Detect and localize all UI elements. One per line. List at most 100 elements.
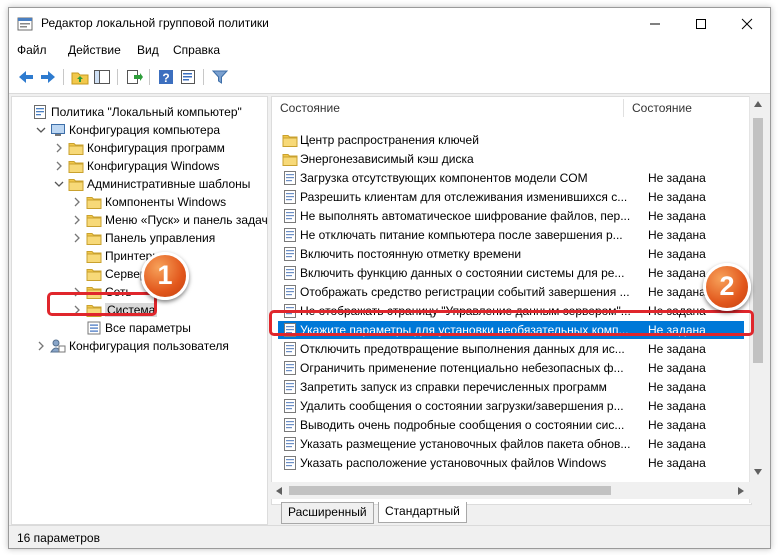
maximize-button[interactable] [678, 8, 724, 39]
chevron-right-icon[interactable] [70, 231, 84, 245]
tree-item[interactable]: Административные шаблоны [12, 175, 265, 193]
chevron-down-icon[interactable] [34, 123, 48, 137]
tree-item[interactable]: Конфигурация пользователя [12, 337, 265, 355]
settings-list-pane: Состояние Состояние Центр распространени… [271, 96, 752, 505]
properties-icon[interactable] [179, 68, 197, 86]
column-divider[interactable] [623, 99, 624, 117]
list-item[interactable]: Указать расположение установочных файлов… [278, 454, 744, 472]
tree-item[interactable]: Меню «Пуск» и панель задач [12, 211, 267, 229]
list-item[interactable]: Загрузка отсутствующих компонентов модел… [278, 169, 744, 187]
forward-arrow-icon[interactable] [39, 68, 57, 86]
list-item[interactable]: Центр распространения ключей [278, 131, 744, 149]
list-item[interactable]: Выводить очень подробные сообщения о сос… [278, 416, 744, 434]
minimize-button[interactable] [632, 8, 678, 39]
setting-name: Не выполнять автоматическое шифрование ф… [300, 209, 630, 223]
gpedit-app-icon [17, 17, 33, 31]
chevron-right-icon[interactable] [70, 195, 84, 209]
back-arrow-icon[interactable] [17, 68, 35, 86]
filter-icon[interactable] [211, 68, 229, 86]
list-item[interactable]: Ограничить применение потенциально небез… [278, 359, 744, 377]
tree-item[interactable]: Конфигурация Windows [12, 157, 265, 175]
tree-item[interactable]: Конфигурация программ [12, 139, 265, 157]
horizontal-scrollbar[interactable] [271, 482, 750, 499]
toolbar: ? [9, 61, 770, 94]
tree-item[interactable]: Конфигурация компьютера [12, 121, 265, 139]
show-hide-tree-icon[interactable] [93, 68, 111, 86]
policy-setting-icon [284, 361, 296, 375]
scroll-up-icon[interactable] [753, 100, 763, 108]
list-item[interactable]: Отключить предотвращение выполнения данн… [278, 340, 744, 358]
list-item[interactable]: Разрешить клиентам для отслеживания изме… [278, 188, 744, 206]
list-item[interactable]: Запретить запуск из справки перечисленны… [278, 378, 744, 396]
tree-item-label: Политика "Локальный компьютер" [51, 105, 242, 119]
setting-state: Не задана [648, 247, 706, 261]
menu-action[interactable]: Действие [68, 43, 121, 57]
list-item[interactable]: Отображать средство регистрации событий … [278, 283, 744, 301]
tree-item[interactable]: Панель управления [12, 229, 265, 247]
status-text: 16 параметров [17, 531, 100, 545]
chevron-right-icon[interactable] [34, 339, 48, 353]
setting-name: Загрузка отсутствующих компонентов модел… [300, 171, 588, 185]
list-item[interactable]: Удалить сообщения о состоянии загрузки/з… [278, 397, 744, 415]
user-config-icon [50, 339, 66, 353]
export-list-icon[interactable] [125, 68, 143, 86]
title-bar: Редактор локальной групповой политики [9, 8, 770, 39]
scroll-left-icon[interactable] [275, 486, 283, 496]
policy-setting-icon [284, 456, 296, 470]
column-header-name[interactable]: Состояние [280, 101, 340, 123]
policy-setting-icon [284, 399, 296, 413]
settings-list-icon [87, 321, 101, 335]
policy-setting-icon [284, 285, 296, 299]
setting-name: Разрешить клиентам для отслеживания изме… [300, 190, 628, 204]
list-item[interactable]: Включить функцию данных о состоянии сист… [278, 264, 744, 282]
tree-item[interactable]: Политика "Локальный компьютер" [12, 103, 265, 121]
folder-icon [68, 143, 84, 155]
folder-icon [86, 269, 102, 281]
chevron-right-icon[interactable] [52, 159, 66, 173]
setting-name: Отображать средство регистрации событий … [300, 285, 630, 299]
menu-help[interactable]: Справка [173, 43, 220, 57]
window-title: Редактор локальной групповой политики [41, 16, 269, 30]
tree-item[interactable]: Все параметры [12, 319, 265, 337]
setting-state: Не задана [648, 456, 706, 470]
setting-name: Включить постоянную отметку времени [300, 247, 522, 261]
gpedit-window: Редактор локальной групповой политики Фа… [8, 7, 771, 549]
vertical-scroll-thumb[interactable] [753, 118, 763, 363]
setting-state: Не задана [648, 209, 706, 223]
menu-view[interactable]: Вид [137, 43, 159, 57]
setting-name: Указать размещение установочных файлов п… [300, 437, 630, 451]
status-bar: 16 параметров [9, 525, 770, 548]
list-item[interactable]: Энергонезависимый кэш диска [278, 150, 744, 168]
tree-item[interactable]: Сервер [12, 265, 265, 283]
setting-state: Не задана [648, 361, 706, 375]
chevron-right-icon[interactable] [70, 213, 84, 227]
column-header-state[interactable]: Состояние [632, 101, 692, 123]
vertical-scrollbar[interactable] [749, 96, 767, 503]
list-item[interactable]: Не выполнять автоматическое шифрование ф… [278, 207, 744, 225]
chevron-down-icon[interactable] [52, 177, 66, 191]
horizontal-scroll-thumb[interactable] [289, 486, 611, 495]
policy-icon [34, 105, 46, 119]
tree-item[interactable]: Компоненты Windows [12, 193, 265, 211]
list-item[interactable]: Включить постоянную отметку времени Не за… [278, 245, 744, 263]
folder-icon [86, 251, 102, 263]
toolbar-separator [203, 69, 204, 85]
help-icon[interactable]: ? [157, 68, 175, 86]
folder-up-icon[interactable] [71, 68, 89, 86]
tab-extended[interactable]: Расширенный [281, 502, 374, 524]
menu-file[interactable]: Файл [17, 43, 47, 57]
scroll-right-icon[interactable] [737, 486, 745, 496]
tab-standard[interactable]: Стандартный [378, 502, 467, 523]
tree-item[interactable]: Принтеры [12, 247, 265, 265]
list-item[interactable]: Указать размещение установочных файлов п… [278, 435, 744, 453]
toolbar-separator [117, 69, 118, 85]
list-item[interactable]: Не отключать питание компьютера после за… [278, 226, 744, 244]
scroll-down-icon[interactable] [753, 468, 763, 476]
close-button[interactable] [724, 8, 770, 39]
setting-state: Не задана [648, 342, 706, 356]
setting-name: Включить функцию данных о состоянии сист… [300, 266, 625, 280]
chevron-right-icon[interactable] [52, 141, 66, 155]
step-badge-2: 2 [703, 263, 751, 311]
policy-setting-icon [284, 342, 296, 356]
setting-state: Не задана [648, 228, 706, 242]
